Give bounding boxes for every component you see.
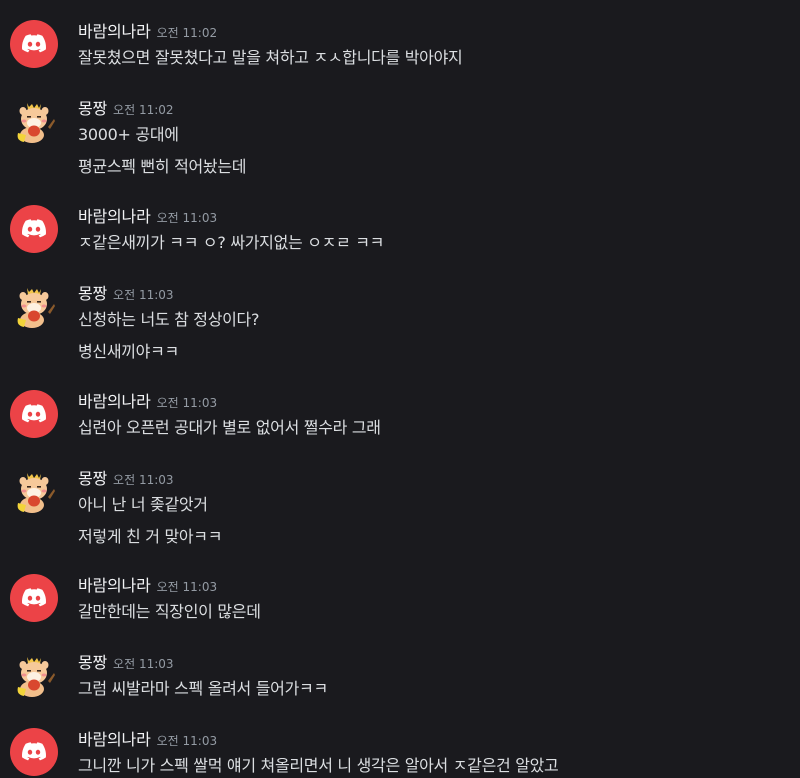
discord-avatar-icon[interactable] <box>10 390 58 438</box>
timestamp[interactable]: 오전 11:02 <box>113 103 173 117</box>
timestamp[interactable]: 오전 11:02 <box>157 26 217 40</box>
message-text: 십련아 오픈런 공대가 별로 없어서 쩔수라 그래 <box>78 418 381 437</box>
discord-avatar-icon[interactable] <box>10 20 58 68</box>
username[interactable]: 바람의나라 <box>78 207 151 226</box>
message-header: 바람의나라 오전 11:03 <box>78 726 217 749</box>
message-text: 갈만한데는 직장인이 많은데 <box>78 602 261 621</box>
username[interactable]: 몽짱 <box>78 99 107 118</box>
message-header: 몽짱 오전 11:03 <box>78 280 174 303</box>
timestamp[interactable]: 오전 11:03 <box>113 657 173 671</box>
message-header: 바람의나라 오전 11:02 <box>78 18 217 41</box>
message-text: 병신새끼야ㅋㅋ <box>78 342 179 361</box>
username[interactable]: 몽짱 <box>78 284 107 303</box>
hamster-avatar-icon[interactable] <box>10 282 58 330</box>
username[interactable]: 몽짱 <box>78 653 107 672</box>
username[interactable]: 바람의나라 <box>78 392 151 411</box>
timestamp[interactable]: 오전 11:03 <box>157 396 217 410</box>
message-text: 아니 난 너 좆같앗거 <box>78 495 208 514</box>
discord-avatar-icon[interactable] <box>10 728 58 776</box>
message-header: 바람의나라 오전 11:03 <box>78 572 217 595</box>
username[interactable]: 바람의나라 <box>78 576 151 595</box>
message-text: 그니깐 니가 스펙 쌀먹 얘기 쳐올리면서 니 생각은 알아서 ㅈ같은건 알았고 <box>78 756 559 775</box>
timestamp[interactable]: 오전 11:03 <box>113 288 173 302</box>
message-text: 신청하는 너도 참 정상이다? <box>78 310 260 329</box>
message-text: 3000+ 공대에 <box>78 125 179 144</box>
discord-avatar-icon[interactable] <box>10 574 58 622</box>
hamster-avatar-icon[interactable] <box>10 467 58 515</box>
message-header: 몽짱 오전 11:03 <box>78 649 174 672</box>
username[interactable]: 몽짱 <box>78 469 107 488</box>
username[interactable]: 바람의나라 <box>78 730 151 749</box>
discord-avatar-icon[interactable] <box>10 205 58 253</box>
message-header: 바람의나라 오전 11:03 <box>78 203 217 226</box>
message-text: 저렇게 친 거 맞아ㅋㅋ <box>78 527 223 546</box>
timestamp[interactable]: 오전 11:03 <box>157 734 217 748</box>
hamster-avatar-icon[interactable] <box>10 97 58 145</box>
message-text: 평균스펙 뻔히 적어놨는데 <box>78 157 247 176</box>
username[interactable]: 바람의나라 <box>78 22 151 41</box>
timestamp[interactable]: 오전 11:03 <box>157 211 217 225</box>
timestamp[interactable]: 오전 11:03 <box>113 473 173 487</box>
message-header: 몽짱 오전 11:02 <box>78 95 174 118</box>
hamster-avatar-icon[interactable] <box>10 651 58 699</box>
message-header: 바람의나라 오전 11:03 <box>78 388 217 411</box>
message-header: 몽짱 오전 11:03 <box>78 465 174 488</box>
timestamp[interactable]: 오전 11:03 <box>157 580 217 594</box>
message-text: ㅈ같은새끼가 ㅋㅋ ㅇ? 싸가지없는 ㅇㅈㄹ ㅋㅋ <box>78 233 385 252</box>
chat-message-list[interactable]: 바람의나라 오전 11:02 잘못쳤으면 잘못쳤다고 말을 쳐하고 ㅈㅅ합니다를 … <box>0 0 800 778</box>
message-text: 잘못쳤으면 잘못쳤다고 말을 쳐하고 ㅈㅅ합니다를 박아야지 <box>78 48 463 67</box>
message-text: 그럼 씨발라마 스펙 올려서 들어가ㅋㅋ <box>78 679 328 698</box>
